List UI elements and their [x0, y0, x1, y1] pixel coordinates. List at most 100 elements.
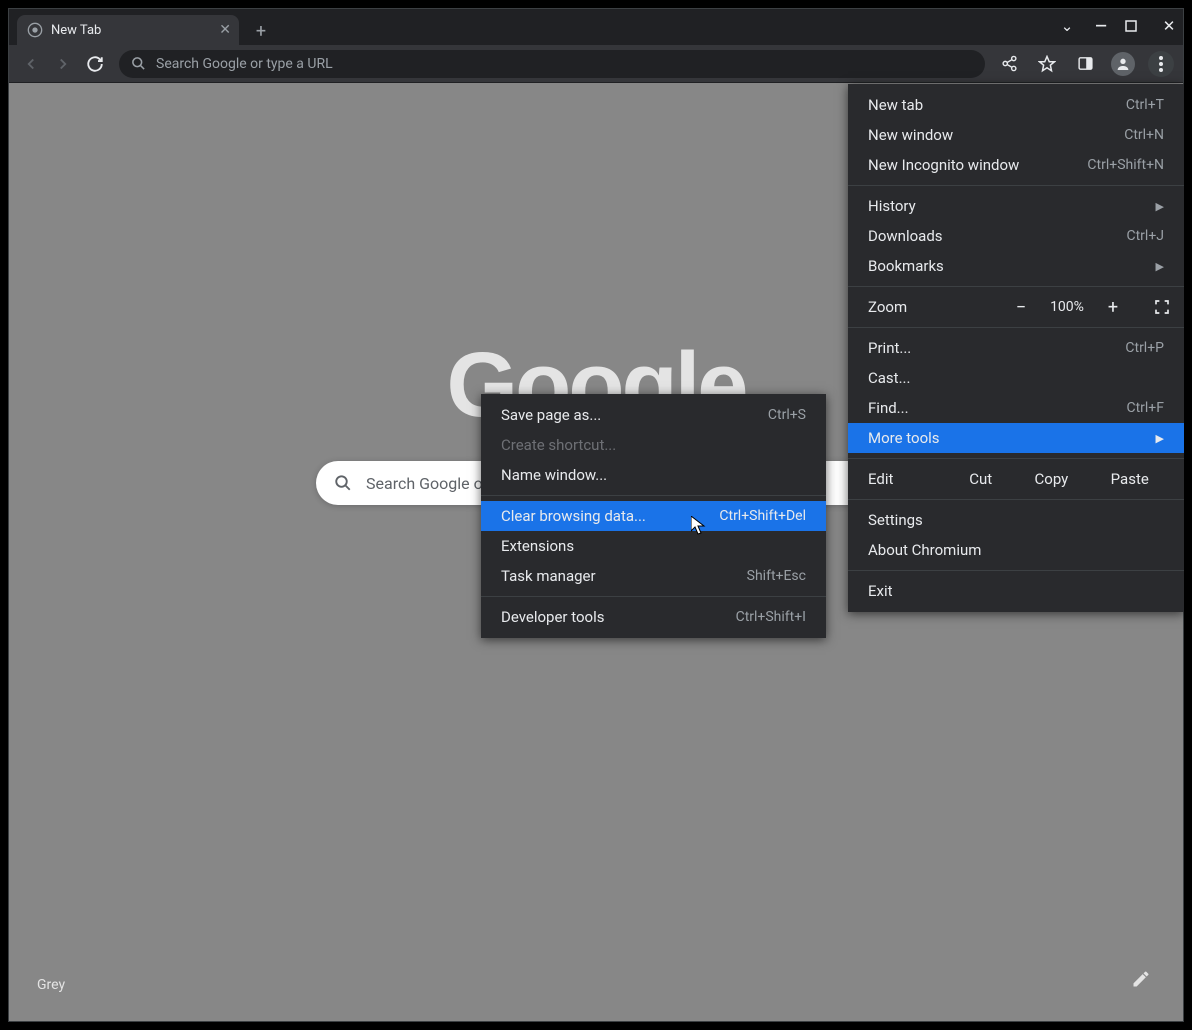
menu-label: New tab [868, 96, 923, 114]
fullscreen-button[interactable] [1154, 299, 1170, 315]
side-panel-button[interactable] [1071, 50, 1099, 78]
copy-button[interactable]: Copy [1035, 470, 1069, 488]
search-icon [334, 474, 352, 492]
menu-separator [848, 185, 1184, 186]
menu-shortcut: Shift+Esc [747, 568, 806, 584]
menu-bookmarks[interactable]: Bookmarks ▶ [848, 251, 1184, 281]
window-controls: ⌄ — ✕ [1057, 17, 1179, 35]
kebab-icon [1148, 51, 1174, 77]
menu-shortcut: Ctrl+T [1126, 97, 1164, 113]
menu-label: Zoom [868, 298, 1010, 316]
menu-label: Bookmarks [868, 257, 944, 275]
submenu-task-manager[interactable]: Task manager Shift+Esc [481, 561, 826, 591]
menu-downloads[interactable]: Downloads Ctrl+J [848, 221, 1184, 251]
browser-tab[interactable]: New Tab ✕ [17, 15, 239, 45]
menu-shortcut: Ctrl+Shift+I [736, 609, 806, 625]
maximize-button[interactable] [1125, 20, 1145, 32]
menu-shortcut: Ctrl+S [768, 407, 806, 423]
menu-more-tools[interactable]: More tools ▶ [848, 423, 1184, 453]
menu-label: Developer tools [501, 608, 604, 626]
back-button[interactable] [17, 50, 45, 78]
overflow-menu-button[interactable] [1147, 50, 1175, 78]
menu-cast[interactable]: Cast... [848, 363, 1184, 393]
menu-separator [848, 570, 1184, 571]
profile-button[interactable] [1109, 50, 1137, 78]
menu-separator [481, 495, 826, 496]
menu-shortcut: Ctrl+F [1126, 400, 1164, 416]
chromium-icon [27, 22, 43, 38]
submenu-extensions[interactable]: Extensions [481, 531, 826, 561]
menu-label: Task manager [501, 567, 596, 585]
overflow-menu: New tab Ctrl+T New window Ctrl+N New Inc… [848, 84, 1184, 612]
menu-new-window[interactable]: New window Ctrl+N [848, 120, 1184, 150]
menu-zoom: Zoom − 100% + [848, 292, 1184, 322]
forward-button[interactable] [49, 50, 77, 78]
new-tab-button[interactable]: + [249, 19, 273, 43]
submenu-developer-tools[interactable]: Developer tools Ctrl+Shift+I [481, 602, 826, 632]
chevron-right-icon: ▶ [1156, 432, 1164, 445]
chevron-right-icon: ▶ [1156, 200, 1164, 213]
menu-label: New window [868, 126, 953, 144]
address-bar-placeholder: Search Google or type a URL [156, 56, 333, 72]
address-bar[interactable]: Search Google or type a URL [119, 50, 985, 78]
menu-about[interactable]: About Chromium [848, 535, 1184, 565]
zoom-value: 100% [1044, 299, 1090, 315]
menu-label: Print... [868, 339, 911, 357]
avatar-icon [1111, 52, 1135, 76]
search-icon [131, 56, 146, 71]
paste-button[interactable]: Paste [1111, 470, 1149, 488]
menu-label: Settings [868, 511, 923, 529]
menu-label: About Chromium [868, 541, 981, 559]
menu-shortcut: Ctrl+Shift+Del [719, 508, 806, 524]
menu-new-tab[interactable]: New tab Ctrl+T [848, 90, 1184, 120]
zoom-in-button[interactable]: + [1102, 297, 1124, 318]
menu-shortcut: Ctrl+J [1126, 228, 1164, 244]
menu-label: Extensions [501, 537, 574, 555]
menu-label: History [868, 197, 916, 215]
menu-label: Save page as... [501, 406, 601, 424]
zoom-out-button[interactable]: − [1010, 297, 1032, 318]
menu-label: Exit [868, 582, 893, 600]
menu-label: Cast... [868, 369, 910, 387]
menu-separator [848, 499, 1184, 500]
submenu-clear-browsing-data[interactable]: Clear browsing data... Ctrl+Shift+Del [481, 501, 826, 531]
menu-label: Create shortcut... [501, 436, 616, 454]
toolbar: Search Google or type a URL [9, 45, 1183, 83]
customize-button[interactable] [1123, 961, 1159, 997]
minimize-button[interactable]: — [1091, 17, 1111, 35]
bookmark-button[interactable] [1033, 50, 1061, 78]
menu-separator [848, 458, 1184, 459]
menu-history[interactable]: History ▶ [848, 191, 1184, 221]
menu-label: Downloads [868, 227, 943, 245]
tab-title: New Tab [51, 23, 101, 38]
more-tools-submenu: Save page as... Ctrl+S Create shortcut..… [481, 394, 826, 638]
menu-exit[interactable]: Exit [848, 576, 1184, 606]
close-window-button[interactable]: ✕ [1159, 17, 1179, 35]
menu-label: Name window... [501, 466, 607, 484]
chevron-down-icon[interactable]: ⌄ [1057, 17, 1077, 35]
close-tab-button[interactable]: ✕ [219, 22, 231, 38]
menu-label: Find... [868, 399, 909, 417]
menu-separator [481, 596, 826, 597]
menu-settings[interactable]: Settings [848, 505, 1184, 535]
menu-shortcut: Ctrl+N [1124, 127, 1164, 143]
menu-find[interactable]: Find... Ctrl+F [848, 393, 1184, 423]
menu-label: New Incognito window [868, 156, 1019, 174]
menu-new-incognito[interactable]: New Incognito window Ctrl+Shift+N [848, 150, 1184, 180]
menu-shortcut: Ctrl+P [1125, 340, 1164, 356]
chevron-right-icon: ▶ [1156, 260, 1164, 273]
menu-edit: Edit Cut Copy Paste [848, 464, 1184, 494]
theme-label: Grey [37, 977, 65, 993]
menu-shortcut: Ctrl+Shift+N [1087, 157, 1164, 173]
submenu-name-window[interactable]: Name window... [481, 460, 826, 490]
menu-label: Clear browsing data... [501, 507, 646, 525]
share-button[interactable] [995, 50, 1023, 78]
reload-button[interactable] [81, 50, 109, 78]
menu-label: Edit [868, 470, 948, 488]
menu-separator [848, 286, 1184, 287]
menu-separator [848, 327, 1184, 328]
menu-print[interactable]: Print... Ctrl+P [848, 333, 1184, 363]
cut-button[interactable]: Cut [969, 470, 992, 488]
submenu-create-shortcut: Create shortcut... [481, 430, 826, 460]
submenu-save-page[interactable]: Save page as... Ctrl+S [481, 400, 826, 430]
